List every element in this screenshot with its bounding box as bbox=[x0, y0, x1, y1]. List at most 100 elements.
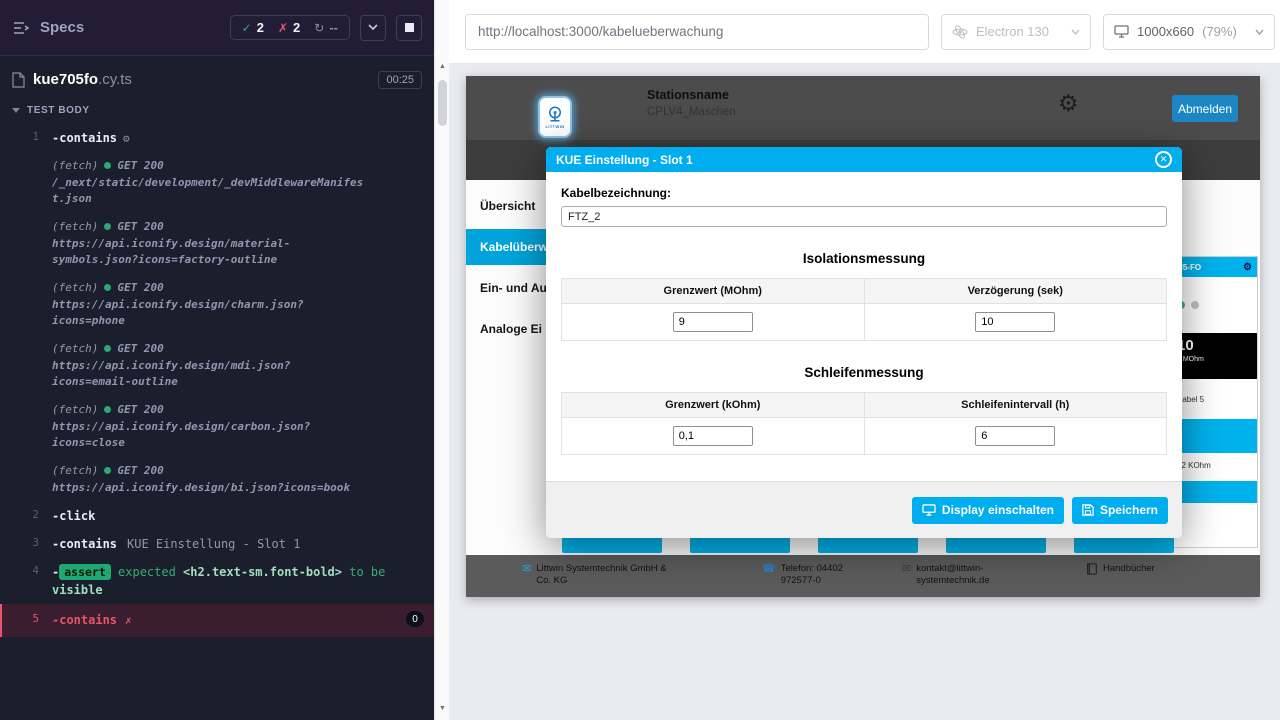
fetch-tag: (fetch) bbox=[52, 403, 98, 416]
fetch-status: GET 200 bbox=[117, 281, 163, 294]
fail-cross-icon: ✗ bbox=[125, 614, 132, 627]
viewport-size: 1000x660 bbox=[1137, 24, 1194, 39]
settings-gear-icon[interactable]: ⚙ bbox=[1058, 90, 1079, 117]
station-label: Stationsname bbox=[647, 88, 736, 102]
command-row-contains-3[interactable]: 3 -containsKUE Einstellung - Slot 1 bbox=[0, 530, 434, 558]
runner-url-bar: http://localhost:3000/kabelueberwachung … bbox=[449, 0, 1280, 64]
fetch-url: https://api.iconify.design/material-symb… bbox=[52, 236, 364, 269]
iso-limit-input[interactable] bbox=[673, 312, 753, 332]
fetch-log-row[interactable]: (fetch)GET 200 https://api.iconify.desig… bbox=[0, 275, 434, 336]
line-number: 5 bbox=[2, 611, 52, 625]
footer-email[interactable]: ✉ kontakt@littwin-systemtechnik.de bbox=[902, 563, 1002, 587]
command-row-click[interactable]: 2 -click bbox=[0, 502, 434, 530]
assert-expected: expected bbox=[118, 565, 176, 579]
fetch-log-row[interactable]: (fetch)GET 200 https://api.iconify.desig… bbox=[0, 458, 434, 503]
isolation-section-title: Isolationsmessung bbox=[561, 251, 1167, 266]
table-row bbox=[562, 418, 1167, 455]
logout-button[interactable]: Abmelden bbox=[1172, 95, 1238, 122]
stat-passed: ✓2 bbox=[242, 20, 264, 35]
test-body-label: TEST BODY bbox=[27, 105, 90, 116]
assert-state: visible bbox=[52, 583, 103, 597]
assert-selector: <h2.text-sm.font-bold> bbox=[183, 565, 342, 579]
close-icon[interactable]: ✕ bbox=[1155, 151, 1172, 168]
chevron-down-icon bbox=[12, 108, 20, 114]
command-name: -contains bbox=[52, 131, 117, 145]
spec-duration: 00:25 bbox=[378, 71, 422, 89]
stop-button[interactable] bbox=[396, 15, 422, 41]
viewport-selector[interactable]: 1000x660 (79%) bbox=[1103, 14, 1275, 50]
save-button[interactable]: Speichern bbox=[1072, 497, 1168, 524]
command-log: 1 -contains⚙ (fetch)GET 200 /_next/stati… bbox=[0, 124, 434, 637]
gear-icon[interactable]: ⚙ bbox=[1243, 262, 1252, 273]
display-icon bbox=[922, 504, 936, 516]
assert-to-be: to be bbox=[349, 565, 385, 579]
failed-count: 2 bbox=[293, 20, 300, 35]
reading-unit: 0 MOhm bbox=[1177, 356, 1249, 363]
collapse-button[interactable] bbox=[360, 15, 386, 41]
sidebar-topbar: Specs ✓2 ✗2 ↻-- bbox=[0, 0, 434, 56]
slot-status-dots bbox=[1169, 277, 1257, 333]
display-button-label: Display einschalten bbox=[942, 503, 1054, 517]
specs-list-icon[interactable] bbox=[12, 20, 32, 36]
scroll-down-arrow-icon[interactable]: ▼ bbox=[435, 702, 450, 716]
column-header: Schleifenintervall (h) bbox=[864, 393, 1167, 418]
save-button-label: Speichern bbox=[1100, 503, 1158, 517]
loop-limit-input[interactable] bbox=[673, 426, 753, 446]
spec-name: kue705fo bbox=[33, 71, 98, 88]
phone-icon: ☎ bbox=[762, 564, 776, 575]
scrollbar-thumb[interactable] bbox=[438, 80, 447, 126]
browser-selector[interactable]: Electron 130 bbox=[941, 14, 1091, 50]
specs-title: Specs bbox=[40, 19, 84, 36]
footer-company: ✉ Littwin Systemtechnik GmbH & Co. KG bbox=[522, 563, 682, 587]
fetch-url: https://api.iconify.design/bi.json?icons… bbox=[52, 480, 364, 497]
cross-icon: ✗ bbox=[278, 21, 288, 35]
cable-designation-label: Kabelbezeichnung: bbox=[561, 186, 1167, 200]
slot-card-footer bbox=[1169, 481, 1257, 503]
fetch-log-row[interactable]: (fetch)GET 200 https://api.iconify.desig… bbox=[0, 397, 434, 458]
slot-cyan-panel bbox=[1169, 419, 1257, 453]
station-info: Stationsname CPLV4_Maschen bbox=[647, 88, 736, 118]
manuals-label: Handbücher bbox=[1103, 563, 1155, 575]
isolation-table: Grenzwert (MOhm) Verzögerung (sek) bbox=[561, 278, 1167, 341]
cable-name: Kabel 5 bbox=[1169, 379, 1257, 419]
kue-settings-modal: KUE Einstellung - Slot 1 ✕ Kabelbezeichn… bbox=[546, 147, 1182, 538]
company-name: Littwin Systemtechnik GmbH & Co. KG bbox=[536, 563, 682, 587]
footer-manuals-link[interactable]: Handbücher bbox=[1086, 563, 1155, 575]
status-dot-icon bbox=[104, 223, 111, 230]
command-name: -click bbox=[52, 509, 95, 523]
assert-badge: assert bbox=[59, 564, 111, 580]
table-row bbox=[562, 304, 1167, 341]
status-dot-icon bbox=[104, 406, 111, 413]
cable-drum-icon bbox=[546, 105, 564, 123]
test-stats: ✓2 ✗2 ↻-- bbox=[230, 15, 350, 40]
stop-icon bbox=[405, 23, 414, 32]
fetch-log-row[interactable]: (fetch)GET 200 /_next/static/development… bbox=[0, 153, 434, 214]
fetch-tag: (fetch) bbox=[52, 159, 98, 172]
test-body-toggle[interactable]: TEST BODY bbox=[0, 99, 434, 124]
url-input[interactable]: http://localhost:3000/kabelueberwachung bbox=[465, 14, 929, 50]
aut-background: LITTWIN Stationsname CPLV4_Maschen ⚙ Abm… bbox=[449, 64, 1280, 720]
fetch-url: /_next/static/development/_devMiddleware… bbox=[52, 175, 364, 208]
fetch-log-row[interactable]: (fetch)GET 200 https://api.iconify.desig… bbox=[0, 214, 434, 275]
retry-count-badge: 0 bbox=[406, 611, 424, 627]
scroll-up-arrow-icon[interactable]: ▲ bbox=[435, 60, 450, 74]
phone-number: Telefon: 04402 972577-0 bbox=[781, 563, 866, 587]
cable-designation-input[interactable] bbox=[561, 206, 1167, 227]
status-dot-icon bbox=[104, 284, 111, 291]
command-row-assert[interactable]: 4 -assert expected <h2.text-sm.font-bold… bbox=[0, 558, 434, 604]
display-on-button[interactable]: Display einschalten bbox=[912, 497, 1064, 524]
loop-interval-input[interactable] bbox=[975, 426, 1055, 446]
column-header: Grenzwert (kOhm) bbox=[562, 393, 865, 418]
email-icon: ✉ bbox=[902, 564, 911, 575]
book-icon bbox=[1086, 563, 1098, 575]
iso-delay-input[interactable] bbox=[975, 312, 1055, 332]
command-row-contains-failed[interactable]: 5 -contains ✗ 0 bbox=[0, 604, 434, 637]
fetch-status: GET 200 bbox=[117, 342, 163, 355]
fetch-log-row[interactable]: (fetch)GET 200 https://api.iconify.desig… bbox=[0, 336, 434, 397]
fetch-status: GET 200 bbox=[117, 403, 163, 416]
browser-name: Electron 130 bbox=[976, 24, 1049, 39]
command-row-contains-1[interactable]: 1 -contains⚙ bbox=[0, 124, 434, 153]
logo-text: LITTWIN bbox=[545, 124, 564, 129]
reporter-scrollbar[interactable]: ▲ ▼ bbox=[434, 0, 449, 720]
command-name: -contains bbox=[52, 613, 117, 627]
